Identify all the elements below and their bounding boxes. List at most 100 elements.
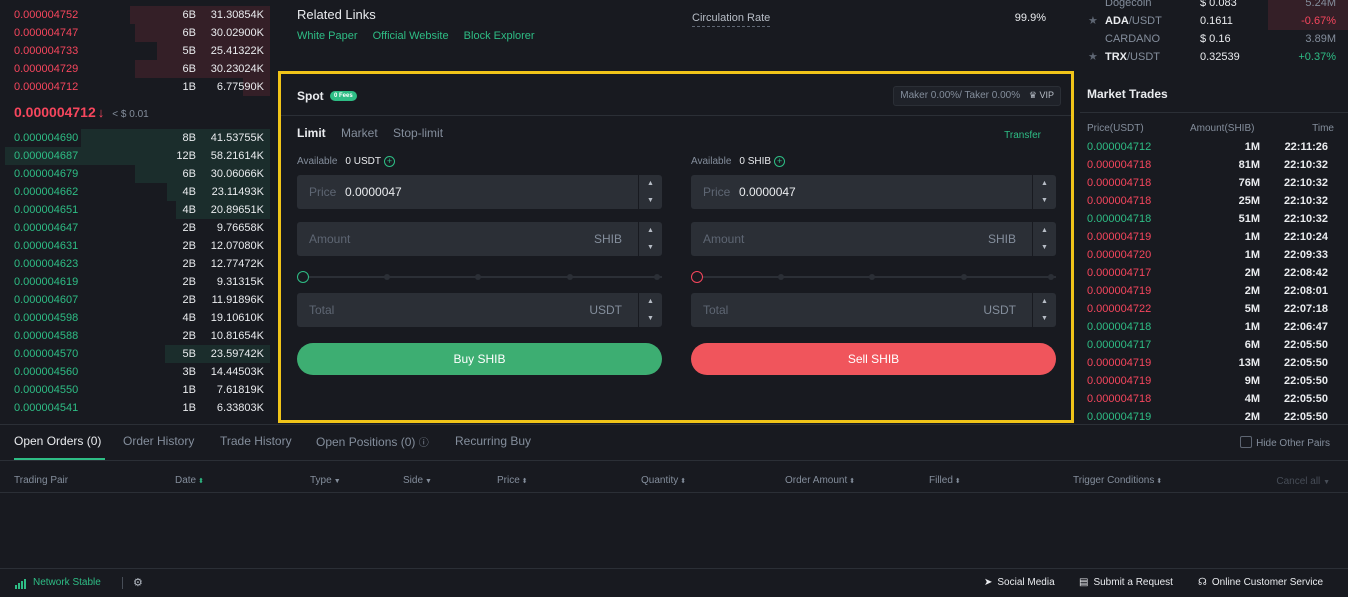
order-book-bid-row[interactable]: 0.000004679 6B 30.06066K bbox=[0, 165, 270, 183]
arrow-down-icon: ↓ bbox=[97, 105, 105, 120]
chevron-down-icon[interactable]: ▼ bbox=[639, 239, 662, 256]
tab-order-history[interactable]: Order History bbox=[123, 434, 194, 448]
chevron-down-icon[interactable]: ▼ bbox=[1033, 239, 1056, 256]
bid-count: 3B bbox=[182, 366, 196, 378]
order-book-bid-row[interactable]: 0.000004690 8B 41.53755K bbox=[0, 129, 270, 147]
slider-knob[interactable] bbox=[297, 271, 309, 283]
tab-market[interactable]: Market bbox=[341, 126, 378, 140]
order-book-ask-row[interactable]: 0.000004712 1B 6.77590K bbox=[0, 78, 270, 96]
order-book-bid-row[interactable]: 0.000004631 2B 12.07080K bbox=[0, 237, 270, 255]
tab-recurring-buy[interactable]: Recurring Buy bbox=[455, 434, 531, 448]
col-quantity[interactable]: Quantity ⬍ bbox=[641, 475, 686, 486]
chevron-up-icon[interactable]: ▲ bbox=[639, 222, 662, 239]
block-explorer-link[interactable]: Block Explorer bbox=[464, 30, 535, 42]
chevron-up-icon[interactable]: ▲ bbox=[639, 175, 662, 192]
tab-stop-limit[interactable]: Stop-limit bbox=[393, 126, 443, 140]
tab-trade-history[interactable]: Trade History bbox=[220, 434, 292, 448]
plus-icon[interactable]: + bbox=[774, 156, 786, 167]
market-list-row[interactable]: ★ TRX/USDT 0.32539 +0.37% bbox=[1080, 48, 1348, 66]
hide-other-pairs-label: Hide Other Pairs bbox=[1256, 438, 1330, 449]
order-book-bid-row[interactable]: 0.000004541 1B 6.33803K bbox=[0, 399, 270, 417]
chevron-down-icon[interactable]: ▼ bbox=[639, 310, 662, 327]
official-website-link[interactable]: Official Website bbox=[373, 30, 449, 42]
amount-unit: SHIB bbox=[987, 232, 1016, 246]
transfer-link[interactable]: Transfer bbox=[1004, 130, 1041, 141]
order-book-ask-row[interactable]: 0.000004729 6B 30.23024K bbox=[0, 60, 270, 78]
chevron-up-icon[interactable]: ▲ bbox=[1033, 175, 1056, 192]
tab-open-orders[interactable]: Open Orders (0) bbox=[14, 434, 101, 448]
tab-open-positions[interactable]: Open Positions (0) ⓘ bbox=[316, 434, 429, 449]
order-book-bid-row[interactable]: 0.000004560 3B 14.44503K bbox=[0, 363, 270, 381]
market-list-row[interactable]: CARDANO $ 0.16 3.89M bbox=[1080, 30, 1348, 48]
sell-price-input[interactable]: Price 0.0000047 ▲ ▼ bbox=[691, 175, 1056, 209]
submit-request-link[interactable]: ▤ Submit a Request bbox=[1079, 577, 1173, 588]
info-icon[interactable]: ⓘ bbox=[419, 438, 429, 449]
white-paper-link[interactable]: White Paper bbox=[297, 30, 358, 42]
sell-total-input[interactable]: Total USDT ▲ ▼ bbox=[691, 293, 1056, 327]
total-stepper[interactable]: ▲ ▼ bbox=[638, 293, 662, 327]
cancel-all-button[interactable]: Cancel all ▼ bbox=[1276, 476, 1330, 487]
order-book-bid-row[interactable]: 0.000004607 2B 11.91896K bbox=[0, 291, 270, 309]
total-stepper[interactable]: ▲ ▼ bbox=[1032, 293, 1056, 327]
fee-rate[interactable]: Maker 0.00%/ Taker 0.00% ♛ VIP bbox=[893, 86, 1061, 106]
last-price-usd: < $ 0.01 bbox=[112, 109, 149, 120]
sell-button[interactable]: Sell SHIB bbox=[691, 343, 1056, 375]
caret-down-icon: ▼ bbox=[425, 478, 432, 485]
col-price[interactable]: Price ⬍ bbox=[497, 475, 528, 486]
buy-percent-slider[interactable] bbox=[297, 270, 662, 284]
chevron-down-icon[interactable]: ▼ bbox=[1033, 310, 1056, 327]
buy-button[interactable]: Buy SHIB bbox=[297, 343, 662, 375]
buy-total-input[interactable]: Total USDT ▲ ▼ bbox=[297, 293, 662, 327]
chevron-up-icon[interactable]: ▲ bbox=[1033, 222, 1056, 239]
buy-amount-input[interactable]: Amount SHIB ▲ ▼ bbox=[297, 222, 662, 256]
order-book-bid-row[interactable]: 0.000004570 5B 23.59742K bbox=[0, 345, 270, 363]
bid-count: 4B bbox=[182, 186, 196, 198]
amount-stepper[interactable]: ▲ ▼ bbox=[1032, 222, 1056, 256]
col-filled[interactable]: Filled ⬍ bbox=[929, 475, 961, 486]
col-date[interactable]: Date ⬍ bbox=[175, 475, 204, 486]
available-label: Available bbox=[691, 156, 732, 167]
sliders-settings-icon[interactable]: ⚙ bbox=[133, 576, 143, 589]
order-book-bid-row[interactable]: 0.000004598 4B 19.10610K bbox=[0, 309, 270, 327]
order-book-bid-row[interactable]: 0.000004623 2B 12.77472K bbox=[0, 255, 270, 273]
col-type[interactable]: Type ▼ bbox=[310, 475, 341, 486]
order-book-ask-row[interactable]: 0.000004733 5B 25.41322K bbox=[0, 42, 270, 60]
price-stepper[interactable]: ▲ ▼ bbox=[638, 175, 662, 209]
market-list-row[interactable]: Dogecoin $ 0.083 5.24M bbox=[1080, 0, 1348, 12]
checkbox-icon[interactable] bbox=[1240, 436, 1253, 448]
amount-stepper[interactable]: ▲ ▼ bbox=[638, 222, 662, 256]
order-book-bid-row[interactable]: 0.000004651 4B 20.89651K bbox=[0, 201, 270, 219]
ask-count: 1B bbox=[182, 81, 196, 93]
col-trigger-conditions[interactable]: Trigger Conditions ⬍ bbox=[1073, 475, 1162, 486]
slider-knob[interactable] bbox=[691, 271, 703, 283]
tab-limit[interactable]: Limit bbox=[297, 126, 326, 140]
chevron-down-icon[interactable]: ▼ bbox=[1033, 192, 1056, 209]
market-list-row[interactable]: ★ ADA/USDT 0.1611 -0.67% bbox=[1080, 12, 1348, 30]
star-icon[interactable]: ★ bbox=[1088, 14, 1098, 27]
amount-placeholder: Amount bbox=[309, 232, 351, 246]
social-media-link[interactable]: ➤ Social Media bbox=[984, 577, 1055, 588]
buy-price-input[interactable]: Price 0.0000047 ▲ ▼ bbox=[297, 175, 662, 209]
chevron-up-icon[interactable]: ▲ bbox=[639, 293, 662, 310]
sell-percent-slider[interactable] bbox=[691, 270, 1056, 284]
order-book-bid-row[interactable]: 0.000004619 2B 9.31315K bbox=[0, 273, 270, 291]
customer-service-link[interactable]: ☊ Online Customer Service bbox=[1198, 577, 1323, 588]
col-side[interactable]: Side ▼ bbox=[403, 475, 432, 486]
chevron-down-icon[interactable]: ▼ bbox=[639, 192, 662, 209]
order-book-ask-row[interactable]: 0.000004747 6B 30.02900K bbox=[0, 24, 270, 42]
plus-icon[interactable]: + bbox=[383, 156, 395, 167]
order-book-ask-row[interactable]: 0.000004752 6B 31.30854K bbox=[0, 6, 270, 24]
col-order-amount[interactable]: Order Amount ⬍ bbox=[785, 475, 855, 486]
order-book-bid-row[interactable]: 0.000004662 4B 23.11493K bbox=[0, 183, 270, 201]
bid-count: 12B bbox=[176, 150, 196, 162]
order-book-bid-row[interactable]: 0.000004687 12B 58.21614K bbox=[0, 147, 270, 165]
hide-other-pairs-checkbox[interactable]: Hide Other Pairs bbox=[1240, 436, 1330, 449]
order-book-bid-row[interactable]: 0.000004588 2B 10.81654K bbox=[0, 327, 270, 345]
order-book-bid-row[interactable]: 0.000004550 1B 7.61819K bbox=[0, 381, 270, 399]
order-book-bid-row[interactable]: 0.000004647 2B 9.76658K bbox=[0, 219, 270, 237]
network-status-label: Network Stable bbox=[33, 577, 101, 588]
sell-amount-input[interactable]: Amount SHIB ▲ ▼ bbox=[691, 222, 1056, 256]
chevron-up-icon[interactable]: ▲ bbox=[1033, 293, 1056, 310]
star-icon[interactable]: ★ bbox=[1088, 50, 1098, 63]
price-stepper[interactable]: ▲ ▼ bbox=[1032, 175, 1056, 209]
